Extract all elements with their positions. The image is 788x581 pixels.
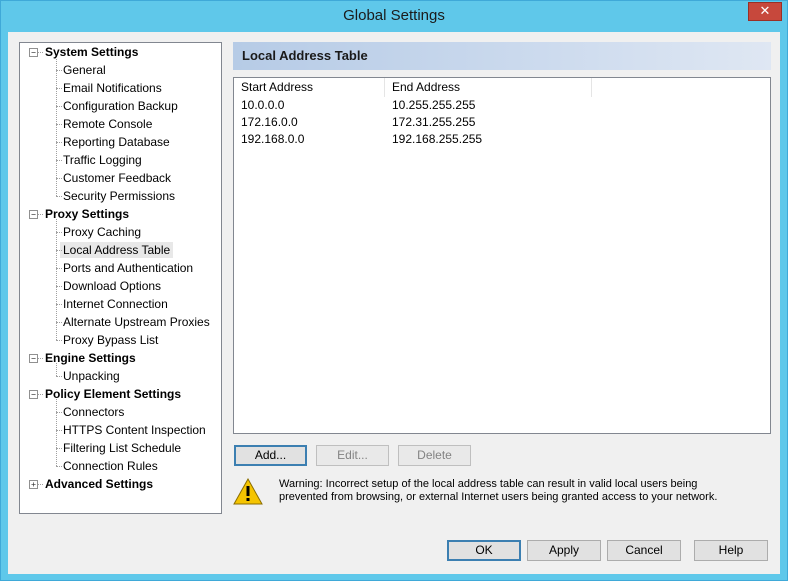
cancel-button-label: Cancel [625,543,663,557]
tree-item[interactable]: Email Notifications [63,80,162,96]
close-button[interactable]: ✕ [748,2,782,21]
tree-item[interactable]: Local Address Table [60,242,174,258]
ok-button-label: OK [475,543,493,557]
tree-item[interactable]: Proxy Caching [63,224,141,240]
tree-group[interactable]: Policy Element Settings [45,386,181,402]
warning-message: Warning: Incorrect setup of the local ad… [279,478,749,504]
tree-connector [56,219,57,340]
tree-item[interactable]: Reporting Database [63,134,170,150]
tree-item[interactable]: Security Permissions [63,188,175,204]
tree-group[interactable]: System Settings [45,44,138,60]
start-address-cell: 172.16.0.0 [241,115,298,129]
tree-group[interactable]: Engine Settings [45,350,136,366]
delete-button[interactable]: Delete [398,445,471,466]
tree-connector [38,394,43,395]
tree-item[interactable]: Alternate Upstream Proxies [63,314,210,330]
tree-item[interactable]: Traffic Logging [63,152,142,168]
add-button-label: Add... [254,448,287,462]
apply-button-label: Apply [548,543,580,557]
tree-connector [56,363,57,376]
close-icon: ✕ [759,3,771,18]
add-button[interactable]: Add... [234,445,307,466]
tree-connector [38,214,43,215]
end-address-cell: 192.168.255.255 [392,132,483,146]
tree-item[interactable]: Ports and Authentication [63,260,193,276]
ok-button[interactable]: OK [447,540,521,561]
warning-icon [233,478,263,505]
tree-item[interactable]: Configuration Backup [63,98,178,114]
tree-item[interactable]: HTTPS Content Inspection [63,422,206,438]
address-table-header: Start Address End Address [234,78,770,97]
tree-connector [56,466,62,467]
tree-item[interactable]: Connection Rules [63,458,158,474]
settings-tree[interactable]: − System Settings General Email Notificatio… [19,42,222,514]
tree-connector [38,358,43,359]
tree-connector [56,340,62,341]
tree-item[interactable]: General [63,62,106,78]
delete-button-label: Delete [417,448,452,462]
collapse-icon[interactable]: − [29,354,38,363]
cancel-button[interactable]: Cancel [607,540,681,561]
tree-connector [56,196,62,197]
title-bar[interactable]: Global Settings ✕ [1,1,787,32]
end-address-cell: 172.31.255.255 [392,115,476,129]
table-row[interactable]: 172.16.0.0 172.31.255.255 [234,114,770,131]
collapse-icon[interactable]: − [29,48,38,57]
end-address-cell: 10.255.255.255 [392,98,476,112]
warning-line-1: Warning: Incorrect setup of the local ad… [279,478,698,490]
help-button-label: Help [718,543,744,557]
warning-line-2: prevented from browsing, or external Int… [279,491,718,503]
tree-item[interactable]: Unpacking [63,368,120,384]
panel-title: Local Address Table [233,42,771,70]
tree-connector [38,484,43,485]
start-address-cell: 192.168.0.0 [241,132,305,146]
collapse-icon[interactable]: − [29,390,38,399]
global-settings-window: Global Settings ✕ − System Settings Genera… [0,0,788,581]
tree-connector [38,52,43,53]
tree-item[interactable]: Internet Connection [63,296,168,312]
column-header-end-address[interactable]: End Address [385,78,592,97]
collapse-icon[interactable]: − [29,210,38,219]
edit-button[interactable]: Edit... [316,445,389,466]
help-button[interactable]: Help [694,540,768,561]
tree-connector [56,376,62,377]
tree-item[interactable]: Customer Feedback [63,170,171,186]
tree-item[interactable]: Connectors [63,404,124,420]
tree-item[interactable]: Proxy Bypass List [63,332,158,348]
column-header-start-address[interactable]: Start Address [234,78,385,97]
table-row[interactable]: 10.0.0.0 10.255.255.255 [234,97,770,114]
dialog-client-area: − System Settings General Email Notificatio… [8,32,780,574]
window-title: Global Settings [343,7,445,24]
tree-group[interactable]: Advanced Settings [45,476,153,492]
start-address-cell: 10.0.0.0 [241,98,285,112]
tree-connector [56,399,57,466]
tree-group[interactable]: Proxy Settings [45,206,129,222]
tree-item[interactable]: Download Options [63,278,161,294]
address-table[interactable]: Start Address End Address 10.0.0.0 10.25… [233,77,771,434]
table-row[interactable]: 192.168.0.0 192.168.255.255 [234,131,770,148]
expand-icon[interactable]: + [29,480,38,489]
apply-button[interactable]: Apply [527,540,601,561]
tree-connector [56,57,57,196]
tree-item[interactable]: Filtering List Schedule [63,440,181,456]
edit-button-label: Edit... [337,448,368,462]
tree-item[interactable]: Remote Console [63,116,152,132]
